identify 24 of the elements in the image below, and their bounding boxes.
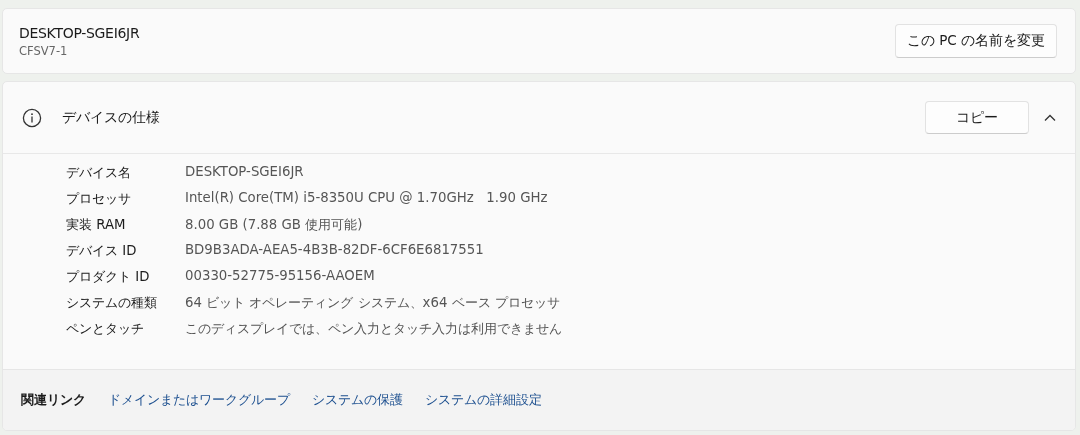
- copy-button[interactable]: コピー: [925, 101, 1029, 134]
- spec-label: デバイス名: [66, 164, 132, 182]
- spec-value: このディスプレイでは、ペン入力とタッチ入力は利用できません: [185, 320, 563, 338]
- related-link[interactable]: システムの保護: [312, 391, 403, 409]
- spec-value: Intel(R) Core(TM) i5-8350U CPU @ 1.70GHz 1.90 GHz: [185, 190, 549, 207]
- spec-value: 64 ビット オペレーティング システム、x64 ベース プロセッサ: [185, 294, 561, 312]
- spec-value: 8.00 GB (7.88 GB 使用可能): [185, 216, 364, 234]
- spec-label: システムの種類: [66, 294, 158, 312]
- related-links-label: 関連リンク: [21, 391, 86, 409]
- spec-label: プロダクト ID: [66, 268, 151, 286]
- spec-label: ペンとタッチ: [66, 320, 145, 338]
- spec-label: 実装 RAM: [66, 216, 127, 234]
- spec-label: プロセッサ: [66, 190, 132, 208]
- rename-pc-button[interactable]: この PC の名前を変更: [894, 24, 1057, 58]
- spec-label: デバイス ID: [66, 242, 138, 260]
- spec-value: DESKTOP-SGEI6JR: [185, 164, 305, 181]
- panel-title: デバイスの仕様: [62, 108, 161, 127]
- related-link[interactable]: システムの詳細設定: [425, 391, 542, 409]
- spec-value: BD9B3ADA-AEA5-4B3B-82DF-6CF6E6817551: [185, 242, 485, 259]
- spec-value: 00330-52775-95156-AAOEM: [185, 268, 376, 285]
- device-name: DESKTOP-SGEI6JR: [19, 24, 140, 41]
- related-link[interactable]: ドメインまたはワークグループ: [108, 391, 290, 409]
- device-model: CFSV7-1: [19, 43, 69, 58]
- info-icon: [22, 107, 42, 128]
